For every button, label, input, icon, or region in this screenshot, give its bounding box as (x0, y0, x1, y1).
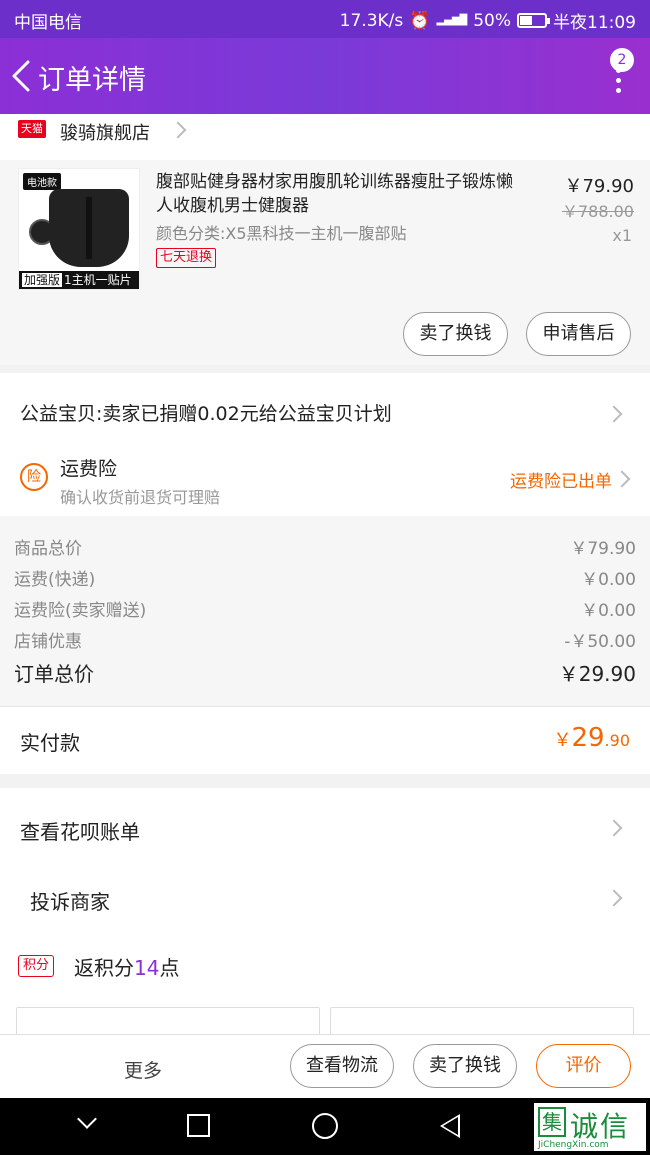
battery-icon (517, 13, 550, 28)
order-total-row: 订单总价 ￥29.90 (14, 658, 636, 687)
battery-fill (520, 16, 532, 25)
total-row-goods: 商品总价 ￥79.90 (14, 534, 636, 559)
complaint-row[interactable]: 投诉商家 (0, 862, 650, 932)
total-value: ￥79.90 (570, 539, 636, 559)
image-tag: 电池款 (23, 173, 61, 190)
total-value: ￥0.00 (581, 570, 636, 590)
status-bar: 中国电信 17.3K/s ⏰ ▂▄▆█ 50% 半夜11:09 (0, 0, 650, 38)
watermark-logo: 集 诚信 JiChengXin.com (534, 1103, 646, 1151)
product-price: ￥79.90 (564, 176, 634, 197)
insurance-title: 运费险 (60, 458, 118, 480)
clock: 半夜11:09 (553, 13, 636, 33)
image-banner-tag: 加强版 (22, 273, 63, 287)
aftersale-button[interactable]: 申请售后 (526, 312, 631, 356)
product-card[interactable]: 电池款 加强版 1主机一贴片 腹部贴健身器材家用腹肌轮训练器瘦肚子锻炼懒人收腹机男… (0, 160, 650, 365)
status-right: 17.3K/s ⏰ ▂▄▆█ 50% 半夜11:09 (339, 8, 636, 34)
chevron-right-icon (605, 405, 623, 423)
battery-percent: 50% (473, 10, 511, 31)
huabei-bill-label: 查看花呗账单 (20, 820, 140, 844)
total-value: -￥50.00 (564, 632, 636, 652)
paid-decimal: .90 (604, 731, 630, 750)
more-button[interactable]: 更多 (124, 1056, 162, 1083)
order-total-label: 订单总价 (14, 662, 94, 686)
ab-pad-shape (49, 189, 129, 267)
chevron-right-icon (169, 121, 187, 139)
shipping-insurance-row[interactable]: 险 运费险 确认收货前退货可理赔 运费险已出单 (0, 451, 650, 516)
logistics-button[interactable]: 查看物流 (290, 1044, 394, 1088)
back-icon[interactable] (440, 1114, 460, 1138)
price-breakdown: 商品总价 ￥79.90 运费(快递) ￥0.00 运费险(卖家赠送) ￥0.00… (0, 516, 650, 706)
original-price: ￥788.00 (562, 202, 634, 221)
chevron-right-icon (605, 889, 623, 907)
order-total-value: ￥29.90 (558, 662, 636, 686)
review-button[interactable]: 评价 (536, 1044, 631, 1088)
product-variant: 颜色分类:X5黑科技一主机一腹部贴 (156, 224, 407, 243)
paid-amount: ￥29.90 (553, 723, 630, 753)
sell-button[interactable]: 卖了换钱 (413, 1044, 517, 1088)
shop-name[interactable]: 骏骑旗舰店 (60, 119, 150, 145)
total-row-discount: 店铺优惠 -￥50.00 (14, 627, 636, 652)
paid-integer: 29 (571, 723, 605, 753)
system-nav-bar: 集 诚信 JiChengXin.com (0, 1098, 650, 1155)
paid-row: 实付款 ￥29.90 (0, 706, 650, 774)
points-suffix: 点 (159, 956, 180, 980)
charity-row[interactable]: 公益宝贝:卖家已捐赠0.02元给公益宝贝计划 (0, 365, 650, 451)
total-label: 运费险(卖家赠送) (14, 601, 147, 621)
network-speed: 17.3K/s (339, 10, 404, 31)
complaint-label: 投诉商家 (30, 890, 110, 914)
carrier-name: 中国电信 (14, 13, 82, 33)
product-quantity: x1 (612, 226, 632, 245)
tmall-badge: 天猫 (18, 120, 46, 138)
insurance-subtitle: 确认收货前退货可理赔 (60, 488, 221, 507)
watermark-box: 集 (538, 1107, 566, 1137)
message-badge: 2 (610, 48, 634, 72)
watermark-domain: JiChengXin.com (538, 1140, 609, 1150)
charity-text: 公益宝贝:卖家已捐赠0.02元给公益宝贝计划 (20, 403, 392, 425)
total-label: 运费(快递) (14, 570, 96, 590)
total-label: 店铺优惠 (14, 632, 82, 652)
page-title: 订单详情 (38, 65, 146, 96)
product-title[interactable]: 腹部贴健身器材家用腹肌轮训练器瘦肚子锻炼懒人收腹机男士健腹器 (156, 170, 526, 218)
alarm-icon: ⏰ (409, 10, 431, 31)
points-text: 返积分14点 (74, 952, 179, 981)
image-banner-text: 1主机一贴片 (64, 273, 132, 287)
bottom-action-bar: 更多 查看物流 卖了换钱 评价 (0, 1034, 650, 1098)
back-arrow-icon[interactable] (8, 56, 34, 96)
total-value: ￥0.00 (581, 601, 636, 621)
points-value: 14 (134, 956, 160, 980)
huabei-bill-row[interactable]: 查看花呗账单 (0, 792, 650, 862)
image-banner: 加强版 1主机一贴片 (19, 271, 139, 289)
chevron-right-icon (613, 470, 631, 488)
total-row-shipping: 运费(快递) ￥0.00 (14, 565, 636, 590)
insurance-icon: 险 (20, 463, 48, 491)
sell-button[interactable]: 卖了换钱 (403, 312, 508, 356)
app-header: 订单详情 2 (0, 38, 650, 114)
return-badge: 七天退换 (156, 248, 217, 268)
home-icon[interactable] (312, 1113, 338, 1139)
paid-currency: ￥ (553, 730, 572, 751)
order-links: 查看花呗账单 投诉商家 积分 返积分14点 (0, 788, 650, 1047)
recent-apps-icon[interactable] (187, 1114, 210, 1137)
total-row-insurance: 运费险(卖家赠送) ￥0.00 (14, 596, 636, 621)
shop-row[interactable]: 天猫 骏骑旗舰店 (0, 114, 650, 160)
chevron-right-icon (605, 819, 623, 837)
chevron-down-icon[interactable] (77, 1109, 97, 1129)
signal-icon: ▂▄▆█ (436, 14, 468, 26)
product-image[interactable]: 电池款 加强版 1主机一贴片 (18, 168, 140, 290)
points-badge: 积分 (18, 955, 55, 977)
paid-label: 实付款 (20, 731, 80, 755)
insurance-status[interactable]: 运费险已出单 (510, 467, 612, 492)
points-prefix: 返积分 (74, 956, 134, 980)
total-label: 商品总价 (14, 539, 82, 559)
watermark-brand: 诚信 (570, 1110, 631, 1143)
